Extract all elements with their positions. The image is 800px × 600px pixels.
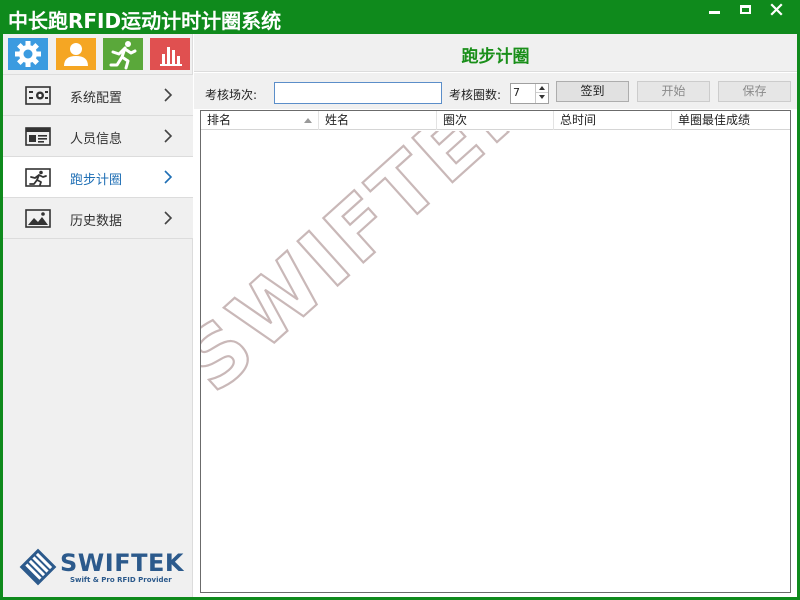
- column-header-best-lap[interactable]: 单圈最佳成绩: [672, 111, 790, 130]
- sidebar-item-label: 历史数据: [70, 214, 123, 229]
- maximize-button[interactable]: [730, 0, 760, 22]
- table-header: 排名 姓名 圈次 总时间 单圈最佳成绩: [201, 111, 790, 130]
- runner-icon: [25, 168, 51, 187]
- app-window: 中长跑RFID运动计时计圈系统 系统配置 人员信息 跑步计圈 历史数据 SWIF…: [0, 0, 800, 600]
- close-icon: [770, 3, 783, 16]
- chevron-right-icon: [164, 211, 173, 225]
- title-bar[interactable]: 中长跑RFID运动计时计圈系统: [0, 0, 800, 34]
- quick-settings-button[interactable]: [8, 38, 48, 70]
- brand-name: SWIFTEK: [60, 549, 184, 577]
- laps-value[interactable]: 7: [513, 86, 520, 99]
- column-header-label: 姓名: [325, 113, 350, 127]
- runner-icon: [109, 41, 137, 70]
- sidebar-item-label: 人员信息: [70, 132, 123, 147]
- menu-divider: [3, 238, 193, 239]
- sidebar-item-personnel[interactable]: 人员信息: [3, 115, 193, 156]
- main-panel: 跑步计圈 考核场次: 考核圈数: 7 签到 开始 保存 排名 姓名 圈次 总时间…: [194, 34, 797, 597]
- image-icon: [25, 209, 51, 228]
- swiftek-logo-icon: [19, 548, 57, 586]
- sidebar-item-history[interactable]: 历史数据: [3, 197, 193, 238]
- sort-ascending-icon: [304, 118, 312, 123]
- column-header-label: 圈次: [443, 113, 468, 127]
- laps-label: 考核圈数:: [449, 88, 502, 102]
- column-header-name[interactable]: 姓名: [319, 111, 437, 130]
- save-button[interactable]: 保存: [718, 81, 791, 102]
- quick-runner-button[interactable]: [103, 38, 143, 70]
- stepper-up-button[interactable]: [536, 84, 548, 93]
- sidebar-item-system-config[interactable]: 系统配置: [3, 74, 193, 115]
- column-header-label: 总时间: [560, 113, 597, 127]
- sidebar-item-label: 跑步计圈: [70, 173, 123, 188]
- minimize-button[interactable]: [700, 0, 730, 22]
- app-title: 中长跑RFID运动计时计圈系统: [8, 9, 282, 33]
- column-header-label: 单圈最佳成绩: [678, 113, 751, 127]
- minimize-icon: [709, 11, 720, 14]
- laps-stepper[interactable]: 7: [510, 83, 549, 104]
- signin-button[interactable]: 签到: [556, 81, 629, 102]
- watermark: SWIFTEK: [201, 131, 556, 412]
- chevron-right-icon: [164, 129, 173, 143]
- brand-logo-block: SWIFTEK Swift & Pro RFID Provider: [19, 548, 189, 588]
- column-header-laps[interactable]: 圈次: [437, 111, 554, 130]
- settings-panel-icon: [25, 86, 51, 105]
- maximize-icon: [740, 5, 751, 14]
- chevron-right-icon: [164, 170, 173, 184]
- session-input[interactable]: [274, 82, 442, 104]
- quick-stats-button[interactable]: [150, 38, 190, 70]
- page-title: 跑步计圈: [461, 47, 530, 67]
- user-icon: [64, 43, 88, 66]
- start-button[interactable]: 开始: [637, 81, 710, 102]
- column-header-total-time[interactable]: 总时间: [554, 111, 672, 130]
- page-header: 跑步计圈: [194, 34, 797, 72]
- brand-tagline: Swift & Pro RFID Provider: [70, 576, 172, 584]
- stepper-buttons: [535, 84, 548, 103]
- results-table[interactable]: 排名 姓名 圈次 总时间 单圈最佳成绩 SWIFTEK: [200, 110, 791, 593]
- close-button[interactable]: [762, 0, 792, 22]
- sidebar: 系统配置 人员信息 跑步计圈 历史数据 SWIFTEK Swift & Pro …: [3, 34, 193, 597]
- chevron-right-icon: [164, 88, 173, 102]
- sidebar-item-running-laps[interactable]: 跑步计圈: [3, 156, 193, 197]
- bar-chart-icon: [160, 47, 182, 66]
- toolbar: 考核场次: 考核圈数: 7 签到 开始 保存: [194, 73, 797, 109]
- sidebar-menu: 系统配置 人员信息 跑步计圈 历史数据: [3, 74, 193, 239]
- quick-user-button[interactable]: [56, 38, 96, 70]
- id-card-icon: [25, 127, 51, 146]
- column-header-rank[interactable]: 排名: [201, 111, 319, 130]
- quick-icon-bar: [7, 38, 193, 70]
- gear-icon: [15, 41, 41, 67]
- watermark-text: SWIFTEK: [201, 131, 555, 411]
- session-label: 考核场次:: [205, 88, 258, 102]
- client-area: 系统配置 人员信息 跑步计圈 历史数据 SWIFTEK Swift & Pro …: [3, 34, 797, 597]
- stepper-down-button[interactable]: [536, 93, 548, 102]
- column-header-label: 排名: [207, 113, 232, 127]
- sidebar-item-label: 系统配置: [70, 91, 123, 106]
